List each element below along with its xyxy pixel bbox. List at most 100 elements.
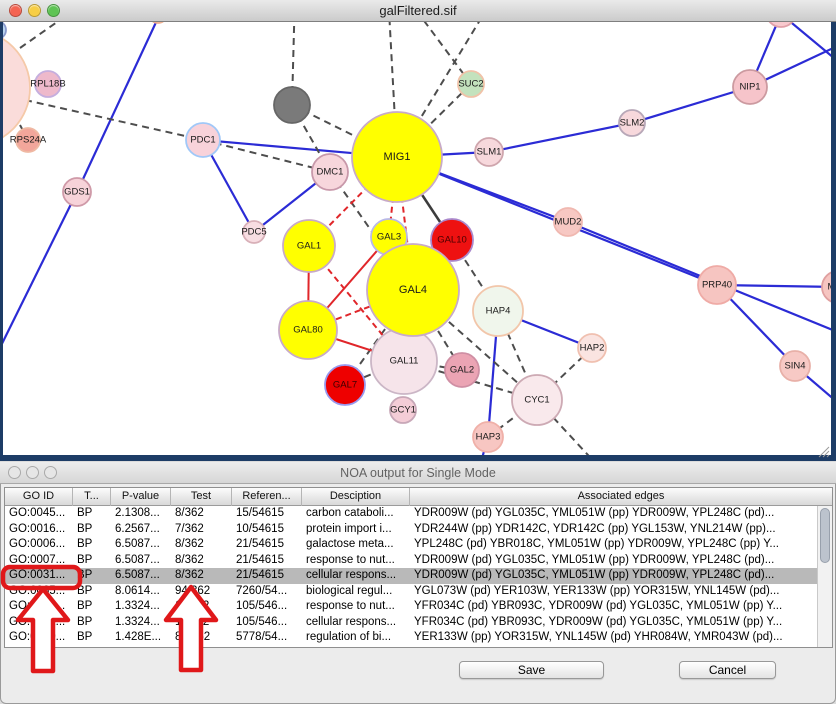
node-label-MIG1: MIG1 — [384, 151, 411, 163]
cell-r0c0: GO:0045... — [5, 506, 73, 522]
cell-r8c4: 5778/54... — [232, 630, 302, 646]
cell-r7c5: cellular respons... — [302, 615, 410, 631]
column-header-2[interactable]: P-value — [111, 488, 171, 506]
cell-r6c5: response to nut... — [302, 599, 410, 615]
column-header-0[interactable]: GO ID — [5, 488, 73, 506]
node-label-GAL4: GAL4 — [399, 284, 427, 296]
network-window-title: galFiltered.sif — [0, 0, 836, 22]
cell-r2c0: GO:0006... — [5, 537, 73, 553]
table-row-8[interactable]: GO:0050...BP1.428E...80/3625778/54...reg… — [5, 630, 817, 646]
node-label-GAL80: GAL80 — [293, 325, 323, 336]
vertical-scrollbar[interactable] — [817, 506, 832, 647]
node-cut-top-1[interactable] — [149, 22, 167, 23]
table-body: GO:0045...BP2.1308...8/36215/54615carbon… — [5, 506, 817, 647]
node-label-HAP2: HAP2 — [580, 343, 605, 354]
node-label-PRP40: PRP40 — [702, 280, 732, 291]
cell-r3c0: GO:0007... — [5, 553, 73, 569]
cell-r0c3: 8/362 — [171, 506, 232, 522]
cell-r6c0: GO:0031... — [5, 599, 73, 615]
cell-r8c3: 80/362 — [171, 630, 232, 646]
network-window: galFiltered.sif RPL18BRPS24AGDS1PDC1DMC1… — [0, 0, 836, 461]
column-header-5[interactable]: Desciption — [302, 488, 410, 506]
cell-r4c2: 6.5087... — [111, 568, 171, 584]
resize-grip[interactable] — [816, 444, 830, 458]
cell-r6c4: 105/546... — [232, 599, 302, 615]
node-cut-top-3[interactable] — [766, 22, 796, 27]
cell-r5c5: biological regul... — [302, 584, 410, 600]
node-cut-corner[interactable] — [3, 22, 6, 39]
cell-r3c2: 6.5087... — [111, 553, 171, 569]
column-header-6[interactable]: Associated edges — [410, 488, 832, 506]
cell-r4c6: YDR009W (pd) YGL035C, YML051W (pp) YDR00… — [410, 568, 817, 584]
cell-r1c4: 10/54615 — [232, 522, 302, 538]
cell-r6c2: 1.3324... — [111, 599, 171, 615]
network-canvas[interactable]: RPL18BRPS24AGDS1PDC1DMC1MIG1SUC2SLM1SLM2… — [3, 22, 831, 455]
table-row-3[interactable]: GO:0007...BP6.5087...8/36221/54615respon… — [5, 553, 817, 569]
cell-r2c5: galactose meta... — [302, 537, 410, 553]
noa-window-titlebar: NOA output for Single Mode — [0, 462, 836, 484]
cell-r4c5: cellular respons... — [302, 568, 410, 584]
cell-r2c6: YPL248C (pd) YBR018C, YML051W (pp) YDR00… — [410, 537, 817, 553]
go-term-table: GO IDT...P-valueTestReferen...Desciption… — [4, 487, 833, 648]
node-label-PDC1: PDC1 — [190, 135, 215, 146]
cell-r3c1: BP — [73, 553, 111, 569]
cell-r0c2: 2.1308... — [111, 506, 171, 522]
node-label-GDS1: GDS1 — [64, 187, 90, 198]
node-label-DMC1: DMC1 — [317, 167, 344, 178]
column-header-4[interactable]: Referen... — [232, 488, 302, 506]
node-label-GAL3: GAL3 — [377, 232, 401, 243]
cell-r0c1: BP — [73, 506, 111, 522]
cell-r8c0: GO:0050... — [5, 630, 73, 646]
cell-r1c0: GO:0016... — [5, 522, 73, 538]
cell-r2c4: 21/54615 — [232, 537, 302, 553]
cell-r7c2: 1.3324... — [111, 615, 171, 631]
cell-r7c4: 105/546... — [232, 615, 302, 631]
edge-dashed — [25, 100, 203, 140]
table-row-0[interactable]: GO:0045...BP2.1308...8/36215/54615carbon… — [5, 506, 817, 522]
cell-r5c2: 8.0614... — [111, 584, 171, 600]
cell-r1c1: BP — [73, 522, 111, 538]
cell-r0c5: carbon cataboli... — [302, 506, 410, 522]
edge-blue — [489, 123, 632, 152]
edge-dashed — [20, 22, 100, 48]
network-graph: RPL18BRPS24AGDS1PDC1DMC1MIG1SUC2SLM1SLM2… — [3, 22, 831, 455]
cell-r1c2: 6.2567... — [111, 522, 171, 538]
node-label-RPL18B: RPL18B — [30, 79, 65, 90]
node-label-GAL1: GAL1 — [297, 241, 321, 252]
node-label-MSN: MSN — [827, 282, 831, 293]
cell-r5c3: 94/362 — [171, 584, 232, 600]
table-row-1[interactable]: GO:0016...BP6.2567...7/36210/54615protei… — [5, 522, 817, 538]
table-row-6[interactable]: GO:0031...BP1.3324...11/362105/546...res… — [5, 599, 817, 615]
node-gray-node[interactable] — [274, 87, 310, 123]
cancel-button[interactable]: Cancel — [679, 661, 776, 679]
cell-r7c0: GO:0031... — [5, 615, 73, 631]
save-button[interactable]: Save — [459, 661, 604, 679]
node-label-SLM1: SLM1 — [477, 147, 502, 158]
edge-blue — [77, 22, 158, 192]
node-label-SLM2: SLM2 — [620, 118, 645, 129]
cell-r8c5: regulation of bi... — [302, 630, 410, 646]
cell-r4c3: 8/362 — [171, 568, 232, 584]
scrollbar-thumb[interactable] — [820, 508, 830, 563]
cell-r2c3: 8/362 — [171, 537, 232, 553]
cell-r8c2: 1.428E... — [111, 630, 171, 646]
node-label-GAL2: GAL2 — [450, 365, 474, 376]
cell-r5c0: GO:0065... — [5, 584, 73, 600]
cell-r4c4: 21/54615 — [232, 568, 302, 584]
node-label-SUC2: SUC2 — [458, 79, 483, 90]
cell-r5c1: BP — [73, 584, 111, 600]
cell-r1c5: protein import i... — [302, 522, 410, 538]
cell-r2c2: 6.5087... — [111, 537, 171, 553]
table-row-2[interactable]: GO:0006...BP6.5087...8/36221/54615galact… — [5, 537, 817, 553]
column-header-1[interactable]: T... — [73, 488, 111, 506]
cell-r3c5: response to nut... — [302, 553, 410, 569]
table-row-4[interactable]: GO:0031...BP6.5087...8/36221/54615cellul… — [5, 568, 817, 584]
column-header-3[interactable]: Test — [171, 488, 232, 506]
node-label-CYC1: CYC1 — [524, 395, 549, 406]
node-label-GAL10: GAL10 — [437, 235, 467, 246]
cell-r7c6: YFR034C (pd) YBR093C, YDR009W (pd) YGL03… — [410, 615, 817, 631]
table-row-5[interactable]: GO:0065...BP8.0614...94/3627260/54...bio… — [5, 584, 817, 600]
node-label-HAP4: HAP4 — [486, 306, 511, 317]
cell-r5c6: YGL073W (pd) YER103W, YER133W (pp) YOR31… — [410, 584, 817, 600]
table-row-7[interactable]: GO:0031...BP1.3324...11/362105/546...cel… — [5, 615, 817, 631]
